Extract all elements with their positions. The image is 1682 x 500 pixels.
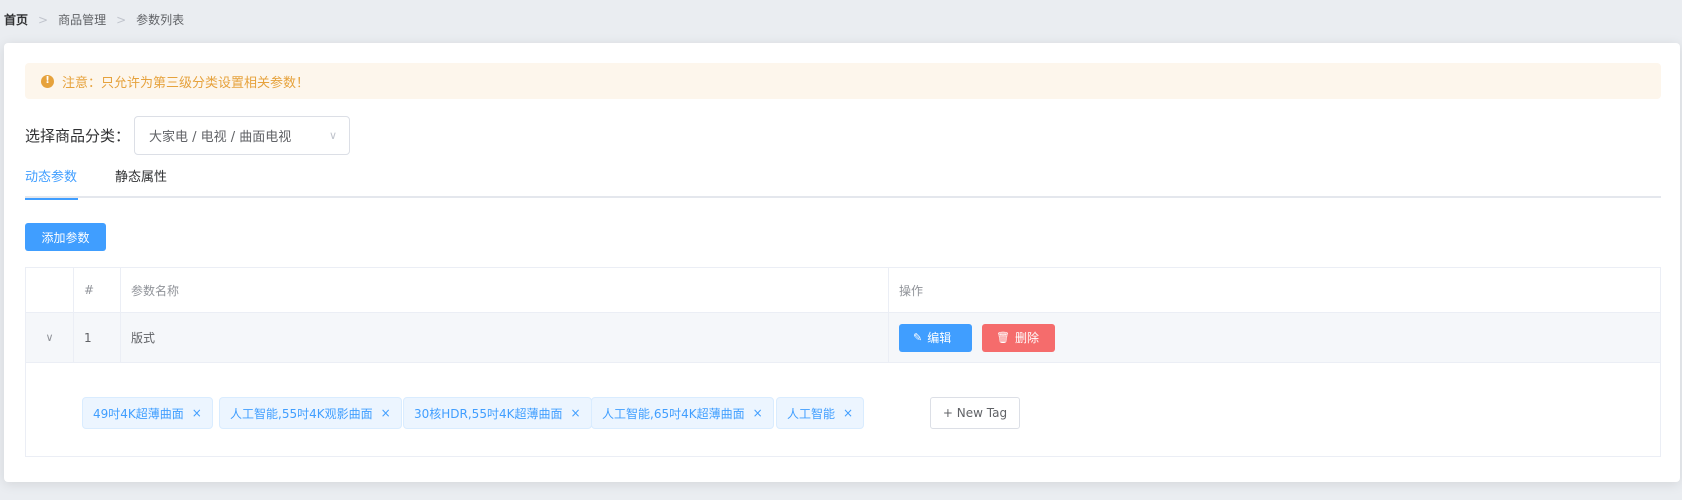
close-icon[interactable]: × bbox=[570, 406, 580, 420]
params-table: # 参数名称 操作 ∨ 1 版式 ✎ 编辑 🗑 删除 49吋4K超薄曲面 × 人… bbox=[25, 267, 1661, 457]
category-selector-row: 选择商品分类： 大家电 / 电视 / 曲面电视 ∨ bbox=[25, 115, 351, 155]
row-index: 1 bbox=[74, 313, 121, 362]
param-tag: 49吋4K超薄曲面 × bbox=[82, 397, 213, 429]
expanded-row-content: 49吋4K超薄曲面 × 人工智能,55吋4K观影曲面 × 30核HDR,55吋4… bbox=[26, 364, 1660, 456]
tag-label: 49吋4K超薄曲面 bbox=[93, 406, 184, 421]
main-card: ! 注意：只允许为第三级分类设置相关参数！ 选择商品分类： 大家电 / 电视 /… bbox=[4, 43, 1680, 482]
breadcrumb-home[interactable]: 首页 bbox=[4, 12, 28, 28]
breadcrumb-separator-icon: > bbox=[38, 13, 49, 27]
chevron-down-icon: ∨ bbox=[328, 128, 338, 142]
breadcrumb-separator-icon: > bbox=[116, 13, 127, 27]
tab-dynamic-params[interactable]: 动态参数 bbox=[25, 165, 78, 200]
tag-label: 人工智能 bbox=[787, 406, 836, 421]
tag-label: 30核HDR,55吋4K超薄曲面 bbox=[414, 406, 563, 421]
close-icon[interactable]: × bbox=[381, 406, 391, 420]
new-tag-button[interactable]: + New Tag bbox=[930, 397, 1020, 429]
breadcrumb-goods: 商品管理 bbox=[58, 13, 107, 27]
trash-icon: 🗑 bbox=[996, 331, 1010, 344]
close-icon[interactable]: × bbox=[843, 406, 853, 420]
close-icon[interactable]: × bbox=[192, 406, 202, 420]
param-tag: 30核HDR,55吋4K超薄曲面 × bbox=[403, 397, 592, 429]
close-icon[interactable]: × bbox=[753, 406, 763, 420]
row-param-name: 版式 bbox=[121, 313, 889, 362]
warning-circle-icon: ! bbox=[41, 74, 54, 88]
edit-icon: ✎ bbox=[913, 331, 923, 344]
row-expand-cell[interactable]: ∨ bbox=[26, 313, 74, 362]
alert-text: 注意：只允许为第三级分类设置相关参数！ bbox=[62, 75, 310, 91]
delete-label: 删除 bbox=[1014, 331, 1039, 345]
category-cascader[interactable]: 大家电 / 电视 / 曲面电视 ∨ bbox=[134, 115, 351, 155]
tag-label: 人工智能,65吋4K超薄曲面 bbox=[602, 406, 745, 421]
header-index: # bbox=[74, 268, 121, 312]
tab-static-attrs[interactable]: 静态属性 bbox=[115, 165, 169, 198]
param-tag: 人工智能,65吋4K超薄曲面 × bbox=[591, 397, 774, 429]
category-label: 选择商品分类： bbox=[25, 126, 131, 145]
add-param-button[interactable]: 添加参数 bbox=[25, 223, 106, 251]
edit-label: 编辑 bbox=[927, 331, 952, 345]
header-expand bbox=[26, 268, 74, 312]
edit-button[interactable]: ✎ 编辑 bbox=[899, 323, 972, 352]
table-header: # 参数名称 操作 bbox=[26, 268, 1660, 313]
tab-bar: 动态参数 静态属性 bbox=[25, 165, 1661, 200]
warning-alert: ! 注意：只允许为第三级分类设置相关参数！ bbox=[25, 63, 1661, 99]
param-tag: 人工智能 × bbox=[776, 397, 865, 429]
table-row: ∨ 1 版式 ✎ 编辑 🗑 删除 bbox=[26, 313, 1660, 363]
tag-label: 人工智能,55吋4K观影曲面 bbox=[230, 406, 373, 421]
breadcrumb-params: 参数列表 bbox=[136, 13, 185, 27]
chevron-down-icon[interactable]: ∨ bbox=[45, 331, 53, 344]
row-actions: ✎ 编辑 🗑 删除 bbox=[889, 313, 1660, 362]
breadcrumb: 首页 > 商品管理 > 参数列表 bbox=[4, 12, 184, 28]
param-tag: 人工智能,55吋4K观影曲面 × bbox=[219, 397, 402, 429]
category-value: 大家电 / 电视 / 曲面电视 bbox=[149, 129, 292, 145]
delete-button[interactable]: 🗑 删除 bbox=[982, 323, 1055, 352]
header-param-name: 参数名称 bbox=[121, 268, 889, 312]
header-actions: 操作 bbox=[899, 283, 924, 298]
